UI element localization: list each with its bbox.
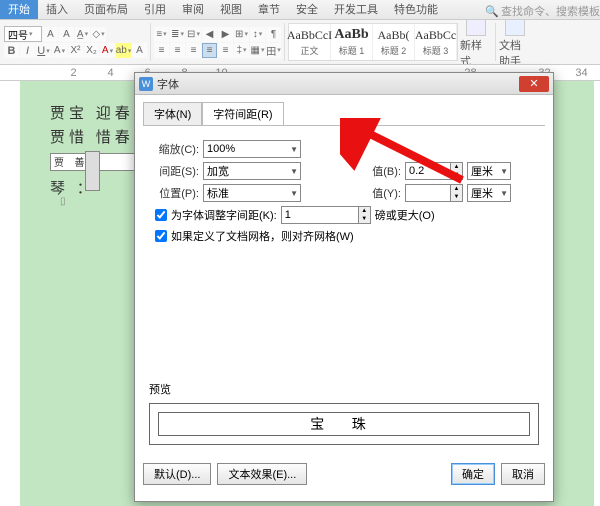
doc-helper-button[interactable]: 文档助手 [499,20,531,65]
tab-section[interactable]: 章节 [250,0,288,19]
border-icon[interactable]: 田 [266,43,281,58]
font-dialog: W 字体 ✕ 字体(N) 字符间距(R) 缩放(C): 100% 间距(S): … [134,72,554,502]
sort-icon[interactable]: ↕ [250,27,265,42]
valy-spinner[interactable]: ▲▼ [405,184,463,202]
grow-font-icon[interactable]: A [43,27,58,42]
valy-label: 值(Y): [359,185,401,201]
tab-home[interactable]: 开始 [0,0,38,19]
number-icon[interactable]: ≣ [170,27,185,42]
showmarks-icon[interactable]: ¶ [266,27,281,42]
tab-char-spacing[interactable]: 字符间距(R) [202,102,283,126]
tab-insert[interactable]: 插入 [38,0,76,19]
spin-down-icon[interactable]: ▼ [450,171,462,179]
indent-dec-icon[interactable]: ◀ [202,27,217,42]
scale-label: 缩放(C): [149,141,199,157]
super-icon[interactable]: X² [68,43,83,58]
search-box[interactable]: 🔍 查找命令、搜索模板 [485,3,600,19]
sub-icon[interactable]: X₂ [84,43,99,58]
tab-security[interactable]: 安全 [288,0,326,19]
kern-spinner[interactable]: 1▲▼ [281,206,371,224]
pos-select[interactable]: 标准 [203,184,301,202]
grid-checkbox[interactable]: 如果定义了文档网格，则对齐网格(W) [155,228,539,244]
doc-helper-icon [505,20,525,36]
grid-check[interactable] [155,230,167,242]
spin-up-icon[interactable]: ▲ [358,207,370,215]
new-style-button[interactable]: 新样式 [460,20,492,65]
valb-spinner[interactable]: 0.2▲▼ [405,162,463,180]
tab-view[interactable]: 视图 [212,0,250,19]
tab-layout[interactable]: 页面布局 [76,0,136,19]
tab-dev[interactable]: 开发工具 [326,0,386,19]
cancel-button[interactable]: 取消 [501,463,545,485]
align-justify-icon[interactable]: ≡ [202,43,217,58]
clear-format-icon[interactable]: ◇ [91,27,106,42]
style-h2[interactable]: AaBb(标题 2 [373,24,415,60]
tab-special[interactable]: 特色功能 [386,0,446,19]
style-h1[interactable]: AaBb标题 1 [331,24,373,60]
style-normal[interactable]: AaBbCcI正文 [289,24,331,60]
close-icon[interactable]: ✕ [519,76,549,92]
pos-label: 位置(P): [149,185,199,201]
bold-icon[interactable]: B [4,43,19,58]
snap-icon[interactable]: ⊞ [234,27,249,42]
multilevel-icon[interactable]: ⊟ [186,27,201,42]
valb-unit-select[interactable]: 厘米 [467,162,511,180]
selection-mark [85,151,100,191]
align-dist-icon[interactable]: ≡ [218,43,233,58]
align-right-icon[interactable]: ≡ [186,43,201,58]
char-border-icon[interactable]: A [132,43,147,58]
dialog-footer: 默认(D)... 文本效果(E)... 确定 取消 [135,457,553,491]
search-placeholder: 查找命令、搜索模板 [501,3,600,19]
spacing-label: 间距(S): [149,163,199,179]
app-icon: W [139,77,153,91]
ribbon: 四号 A A A̲ ◇ B I U A X² X₂ A ab A ≡ ≣ ⊟ ◀… [0,20,600,65]
dialog-titlebar[interactable]: W 字体 ✕ [135,73,553,95]
strike-icon[interactable]: A [52,43,67,58]
dialog-title: 字体 [157,76,179,92]
tab-review[interactable]: 审阅 [174,0,212,19]
change-case-icon[interactable]: A̲ [75,27,90,42]
shading-icon[interactable]: ▦ [250,43,265,58]
spin-down-icon[interactable]: ▼ [450,193,462,201]
spin-down-icon[interactable]: ▼ [358,215,370,223]
preview-label: 预览 [149,381,171,397]
tab-font[interactable]: 字体(N) [143,102,202,126]
align-center-icon[interactable]: ≡ [170,43,185,58]
scale-select[interactable]: 100% [203,140,301,158]
valb-label: 值(B): [359,163,401,179]
preview-text: 宝 珠 [158,412,530,436]
line-spacing-icon[interactable]: ‡ [234,43,249,58]
style-gallery[interactable]: AaBbCcI正文 AaBb标题 1 AaBb(标题 2 AaBbCc标题 3 [288,23,458,61]
spacing-select[interactable]: 加宽 [203,162,301,180]
underline-icon[interactable]: U [36,43,51,58]
bullet-icon[interactable]: ≡ [154,27,169,42]
shrink-font-icon[interactable]: A [59,27,74,42]
preview-box: 宝 珠 [149,403,539,445]
valy-unit-select[interactable]: 厘米 [467,184,511,202]
spin-up-icon[interactable]: ▲ [450,185,462,193]
default-button[interactable]: 默认(D)... [143,463,211,485]
new-style-icon [466,20,486,36]
dialog-tabs: 字体(N) 字符间距(R) [135,95,553,125]
italic-icon[interactable]: I [20,43,35,58]
para-mark-icon: ▯ [60,196,66,207]
search-icon: 🔍 [485,5,499,18]
spin-up-icon[interactable]: ▲ [450,163,462,171]
font-color-icon[interactable]: A [100,43,115,58]
ok-button[interactable]: 确定 [451,463,495,485]
indent-inc-icon[interactable]: ▶ [218,27,233,42]
kerning-check[interactable] [155,209,167,221]
tab-ref[interactable]: 引用 [136,0,174,19]
main-tabs: 开始 插入 页面布局 引用 审阅 视图 章节 安全 开发工具 特色功能 🔍 查找… [0,0,600,20]
kerning-checkbox[interactable]: 为字体调整字间距(K): 1▲▼ 磅或更大(O) [155,206,539,224]
font-size-select[interactable]: 四号 [4,26,42,42]
align-left-icon[interactable]: ≡ [154,43,169,58]
dialog-body: 缩放(C): 100% 间距(S): 加宽 值(B): 0.2▲▼ 厘米 位置(… [143,125,545,457]
style-h3[interactable]: AaBbCc标题 3 [415,24,457,60]
text-effect-button[interactable]: 文本效果(E)... [217,463,307,485]
highlight-icon[interactable]: ab [116,43,131,58]
